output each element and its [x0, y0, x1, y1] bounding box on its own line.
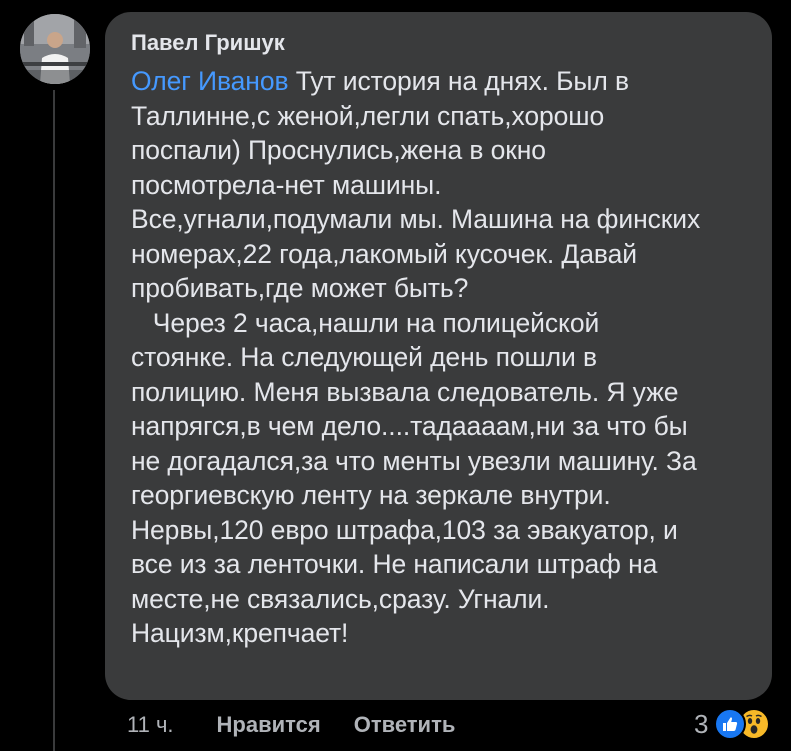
comment-line: не догадался,за что менты увезли машину.…	[131, 445, 697, 476]
comment-line: Все,угнали,подумали мы. Машина на фински…	[131, 204, 701, 234]
comment-line: Нацизм,крепчает!	[131, 618, 349, 648]
comment-actions: 11 ч. Нравится Ответить	[127, 708, 455, 742]
mention-link[interactable]: Олег Иванов	[131, 66, 289, 96]
comment-line: полицию. Меня вызвала следователь. Я уже	[131, 376, 679, 407]
comment-line: посмотрела-нет машины.	[131, 169, 442, 200]
avatar[interactable]	[20, 14, 90, 84]
comment-author[interactable]: Павел Гришук	[131, 28, 754, 58]
thread-line	[53, 90, 55, 751]
comment-line: георгиевскую ленту на зеркале внутри.	[131, 480, 611, 510]
avatar-photo	[20, 14, 90, 84]
comment-line: номерах,22 года,лакомый кусочек. Давай	[131, 238, 637, 269]
reply-button[interactable]: Ответить	[354, 712, 456, 738]
comment-line: стоянке. На следующей день пошли в	[131, 342, 597, 372]
comment-line: поспали) Проснулись,жена в окно	[131, 135, 546, 165]
reactions-summary[interactable]: 3	[694, 704, 771, 744]
comment-timestamp[interactable]: 11 ч.	[127, 712, 174, 738]
comment-line: Олег Иванов Тут история на днях. Был в	[131, 64, 754, 99]
comment-bubble: Павел Гришук Олег Иванов Тут история на …	[105, 12, 772, 700]
comment-line: все из за ленточки. Не написали штраф на	[131, 549, 658, 579]
comment-line: Через 2 часа,нашли на полицейской	[131, 307, 600, 338]
comment-text: Олег Иванов Тут история на днях. Был в Т…	[131, 64, 754, 651]
comment-line: напрягся,в чем дело....тадаааам,ни за чт…	[131, 411, 688, 441]
comment-line: месте,не связались,сразу. Угнали.	[131, 583, 550, 614]
comment-line: Таллинне,с женой,легли спать,хорошо	[131, 100, 605, 131]
comment-line: пробивать,где может быть?	[131, 273, 469, 303]
like-button[interactable]: Нравится	[217, 712, 321, 738]
comment-line-text: Тут история на днях. Был в	[288, 66, 629, 96]
comment-line: Нервы,120 евро штрафа,103 за эвакуатор, …	[131, 514, 678, 545]
reaction-count: 3	[694, 708, 709, 739]
